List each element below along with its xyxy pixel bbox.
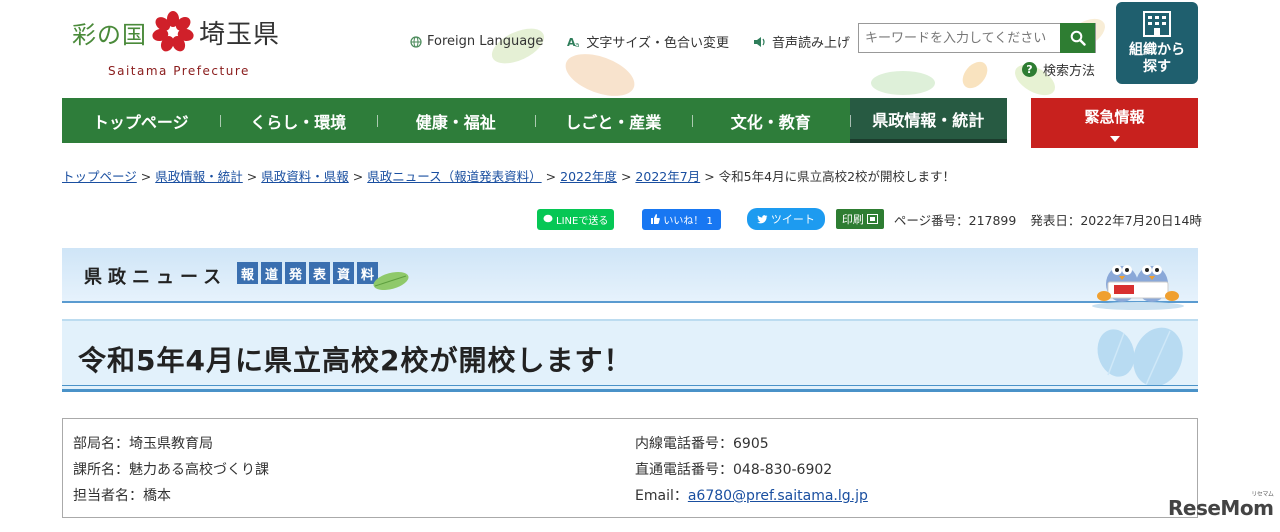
email-row: Email：a6780@pref.saitama.lg.jp xyxy=(635,483,868,509)
help-icon: ? xyxy=(1022,62,1037,77)
share-bar: LINEで送る いいね！ 1 ツイート 印刷 ページ番号：217899 発表日：… xyxy=(537,208,1202,230)
watermark-main: ReseMom xyxy=(1168,496,1274,520)
search-help-link[interactable]: ? 検索方法 xyxy=(1022,60,1095,79)
organization-button-line2: 探す xyxy=(1143,59,1171,75)
contact-left-column: 部局名：埼玉県教育局 課所名：魅力ある高校づくり課 担当者名：橋本 xyxy=(73,431,269,509)
section-name: 課所名：魅力ある高校づくり課 xyxy=(73,462,269,478)
press-release-tag: 報 xyxy=(237,262,258,284)
nav-item-work-industry[interactable]: しごと・産業 xyxy=(534,98,693,143)
person-in-charge: 担当者名：橋本 xyxy=(73,488,171,504)
text-size-label: 文字サイズ・色合い変更 xyxy=(586,36,730,51)
press-release-tag: 資 xyxy=(333,262,354,284)
banner-leaf-icon xyxy=(373,271,409,291)
site-search xyxy=(858,23,1096,53)
utility-links: Foreign Language Aa 文字サイズ・色合い変更 音声読み上げ xyxy=(410,32,850,51)
emergency-info-button[interactable]: 緊急情報 xyxy=(1031,98,1198,148)
breadcrumb-separator: > xyxy=(246,169,258,184)
print-label: 印刷 xyxy=(841,213,864,226)
breadcrumb-separator: > xyxy=(352,169,364,184)
print-button[interactable]: 印刷 xyxy=(835,209,884,229)
decorative-leaf-icon xyxy=(871,71,935,95)
email-link[interactable]: a6780@pref.saitama.lg.jp xyxy=(688,488,868,504)
prefecture-emblem-icon xyxy=(152,11,194,52)
email-label: Email： xyxy=(635,488,688,504)
organization-search-button[interactable]: 組織から 探す xyxy=(1116,2,1198,84)
published-date: 発表日：2022年7月20日14時 xyxy=(1030,212,1202,228)
contact-info: 部局名：埼玉県教育局 課所名：魅力ある高校づくり課 担当者名：橋本 内線電話番号… xyxy=(62,418,1198,518)
breadcrumb-separator: > xyxy=(704,169,715,184)
facebook-like-label: いいね！ 1 xyxy=(663,215,713,227)
text-size-icon: Aa xyxy=(567,36,579,48)
nav-item-health-welfare[interactable]: 健康・福祉 xyxy=(377,98,535,143)
mascot-kobaton-icon xyxy=(1092,265,1184,310)
search-input[interactable] xyxy=(859,24,1061,52)
decorative-leaf-icon xyxy=(565,54,635,96)
watermark-sub: リセマム xyxy=(1251,491,1274,498)
logo-text-left: 彩の国 xyxy=(72,20,147,49)
breadcrumb-link[interactable]: 2022年7月 xyxy=(635,169,700,184)
speaker-icon xyxy=(754,36,765,47)
department-name: 部局名：埼玉県教育局 xyxy=(73,436,213,452)
press-release-tag: 道 xyxy=(261,262,282,284)
breadcrumb-current: 令和5年4月に県立高校2校が開校します！ xyxy=(718,169,956,184)
building-icon xyxy=(1143,11,1171,37)
search-help-label: 検索方法 xyxy=(1043,64,1096,79)
globe-icon xyxy=(410,35,422,48)
print-icon xyxy=(866,214,878,224)
breadcrumb-separator: > xyxy=(140,169,152,184)
direct-phone: 直通電話番号：048-830-6902 xyxy=(635,462,833,478)
read-aloud-link[interactable]: 音声読み上げ xyxy=(753,32,850,51)
foreign-language-label: Foreign Language xyxy=(427,34,544,49)
thumbs-up-icon xyxy=(651,214,661,224)
breadcrumb-link[interactable]: 県政情報・統計 xyxy=(155,169,243,184)
search-button[interactable] xyxy=(1060,23,1095,53)
nav-item-top[interactable]: トップページ xyxy=(62,98,220,143)
breadcrumb-link[interactable]: トップページ xyxy=(62,169,137,184)
logo-subtitle: Saitama Prefecture xyxy=(108,64,250,78)
press-release-tags: 報 道 発 表 資 料 xyxy=(237,262,378,284)
news-banner: 県政ニュース 報 道 発 表 資 料 xyxy=(62,248,1198,310)
extension-number: 内線電話番号：6905 xyxy=(635,436,769,452)
nav-item-culture-education[interactable]: 文化・教育 xyxy=(692,98,850,143)
emergency-label: 緊急情報 xyxy=(1084,108,1145,126)
twitter-bird-icon xyxy=(756,214,768,223)
news-banner-title: 県政ニュース xyxy=(84,267,228,288)
search-icon xyxy=(1070,30,1086,46)
global-navigation: トップページ くらし・環境 健康・福祉 しごと・産業 文化・教育 県政情報・統計 xyxy=(62,98,1007,143)
caret-down-icon xyxy=(1109,136,1120,142)
organization-button-line1: 組織から xyxy=(1129,42,1185,58)
nav-item-government-statistics[interactable]: 県政情報・統計 xyxy=(849,98,1007,143)
decorative-leaf-icon xyxy=(1097,327,1183,385)
breadcrumb: トップページ > 県政情報・統計 > 県政資料・県報 > 県政ニュース（報道発表資料） >20… xyxy=(62,166,955,185)
nav-item-life-environment[interactable]: くらし・環境 xyxy=(219,98,378,143)
line-icon xyxy=(543,214,553,223)
breadcrumb-link[interactable]: 2022年度 xyxy=(560,169,617,184)
contact-right-column: 内線電話番号：6905 直通電話番号：048-830-6902 Email：a6… xyxy=(635,431,868,509)
page-title-box: 令和5年4月に県立高校2校が開校します！ xyxy=(62,319,1198,392)
page-title: 令和5年4月に県立高校2校が開校します！ xyxy=(78,344,633,377)
breadcrumb-link[interactable]: 県政資料・県報 xyxy=(261,169,349,184)
site-logo[interactable]: 彩の国 埼玉県 Saitama Prefecture xyxy=(72,8,312,80)
svg-text:a: a xyxy=(575,41,579,48)
resemom-watermark: ReseMom リセマム xyxy=(1168,491,1274,520)
tweet-label: ツイート xyxy=(770,213,815,226)
read-aloud-label: 音声読み上げ xyxy=(772,36,851,51)
tweet-button[interactable]: ツイート xyxy=(746,208,825,230)
decorative-leaf-icon xyxy=(962,61,988,89)
breadcrumb-separator: > xyxy=(545,169,557,184)
foreign-language-link[interactable]: Foreign Language xyxy=(410,32,543,51)
press-release-tag: 発 xyxy=(285,262,306,284)
text-size-link[interactable]: Aa 文字サイズ・色合い変更 xyxy=(567,32,730,52)
breadcrumb-separator: > xyxy=(620,169,632,184)
line-share-label: LINEで送る xyxy=(556,215,609,227)
page-number: ページ番号：217899 xyxy=(893,212,1017,228)
logo-text-right: 埼玉県 xyxy=(199,19,281,50)
press-release-tag: 表 xyxy=(309,262,330,284)
line-share-button[interactable]: LINEで送る xyxy=(537,208,615,230)
breadcrumb-link[interactable]: 県政ニュース（報道発表資料） xyxy=(367,169,541,184)
facebook-like-button[interactable]: いいね！ 1 xyxy=(642,208,721,230)
page-meta: ページ番号：217899 発表日：2022年7月20日14時 xyxy=(894,210,1202,229)
